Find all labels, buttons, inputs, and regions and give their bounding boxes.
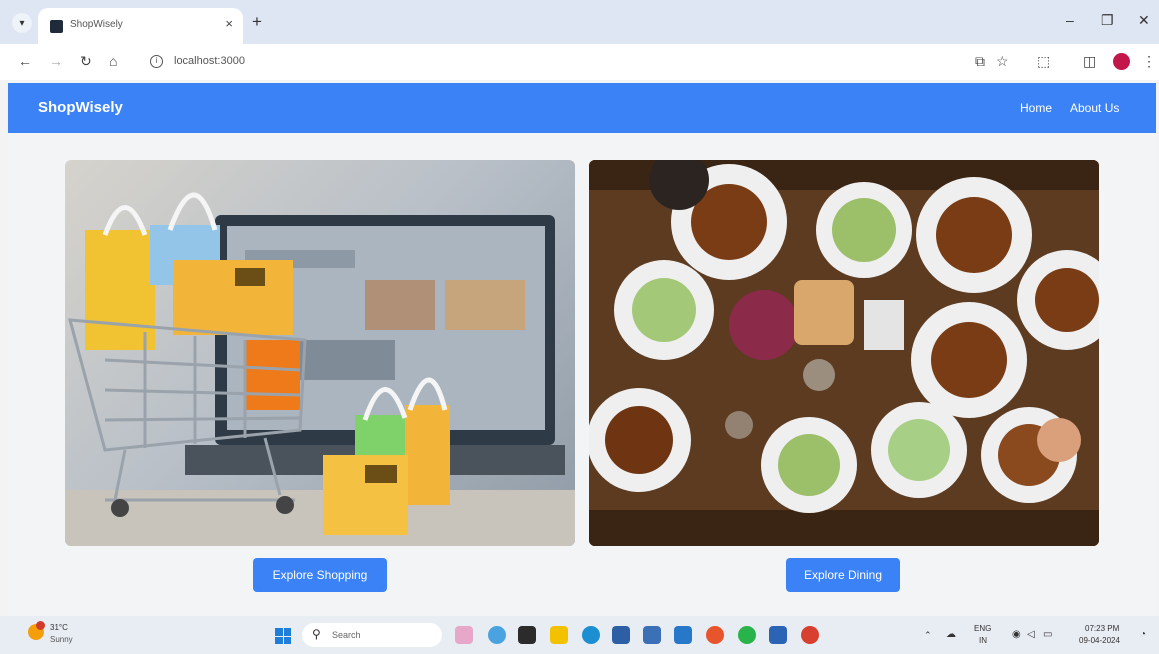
input-language[interactable]: ENG bbox=[974, 624, 991, 633]
browser-toolbar: ← → ↻ ⌂ i localhost:3000 ⧉ ☆ ⬚ ◫ ⋮ bbox=[0, 44, 1159, 80]
browser-tab[interactable]: ShopWisely × bbox=[38, 8, 243, 44]
shopping-illustration bbox=[65, 192, 575, 546]
reload-icon[interactable]: ↻ bbox=[80, 53, 92, 70]
task-view-icon[interactable] bbox=[518, 626, 536, 644]
extensions-icon[interactable]: ⬚ bbox=[1037, 53, 1050, 70]
side-panel-icon[interactable]: ◫ bbox=[1083, 53, 1096, 70]
page-viewport: ShopWisely Home About Us Explore Shoppin… bbox=[8, 80, 1156, 616]
nav-home-link[interactable]: Home bbox=[1020, 101, 1052, 115]
shopping-image bbox=[65, 160, 575, 546]
taskbar-search-box[interactable]: ⚲ Search bbox=[302, 623, 442, 647]
tab-search-button[interactable]: ▾ bbox=[12, 13, 32, 33]
browser-tab-bar: ▾ ShopWisely × + – ❐ ✕ bbox=[0, 0, 1159, 44]
dining-image bbox=[589, 160, 1099, 546]
notifications-icon[interactable]: ◔ bbox=[1140, 629, 1146, 640]
edge-browser-icon[interactable] bbox=[582, 626, 600, 644]
minimize-icon[interactable]: – bbox=[1066, 12, 1074, 28]
volume-icon[interactable]: ◁ bbox=[1027, 629, 1035, 640]
home-icon[interactable]: ⌂ bbox=[109, 53, 117, 69]
file-explorer-icon[interactable] bbox=[550, 626, 568, 644]
explore-shopping-button[interactable]: Explore Shopping bbox=[253, 558, 387, 592]
media-app-icon[interactable] bbox=[801, 626, 819, 644]
weather-condition[interactable]: Sunny bbox=[50, 635, 73, 644]
copilot-app-icon[interactable] bbox=[488, 626, 506, 644]
notepad-app-icon[interactable] bbox=[643, 626, 661, 644]
nav-about-link[interactable]: About Us bbox=[1070, 101, 1119, 115]
new-tab-icon[interactable]: + bbox=[252, 12, 262, 32]
site-navbar: ShopWisely Home About Us bbox=[8, 83, 1156, 133]
profile-avatar[interactable] bbox=[1113, 53, 1130, 70]
vscode-app-icon[interactable] bbox=[674, 626, 692, 644]
favicon-icon bbox=[50, 20, 63, 33]
window-close-icon[interactable]: ✕ bbox=[1138, 12, 1150, 29]
weather-alert-badge bbox=[36, 621, 45, 630]
install-app-icon[interactable]: ⧉ bbox=[975, 53, 985, 70]
site-info-icon[interactable]: i bbox=[150, 55, 163, 68]
battery-icon[interactable]: ▭ bbox=[1043, 629, 1052, 640]
restore-icon[interactable]: ❐ bbox=[1101, 12, 1114, 29]
whatsapp-app-icon[interactable] bbox=[738, 626, 756, 644]
store-app-icon[interactable] bbox=[612, 626, 630, 644]
address-bar[interactable]: i localhost:3000 bbox=[140, 49, 1020, 75]
explore-dining-button[interactable]: Explore Dining bbox=[786, 558, 900, 592]
bookmark-star-icon[interactable]: ☆ bbox=[996, 53, 1009, 70]
search-icon: ⚲ bbox=[312, 627, 321, 641]
dining-illustration bbox=[589, 160, 1099, 546]
tab-title: ShopWisely bbox=[70, 19, 123, 30]
start-menu-icon[interactable] bbox=[275, 628, 291, 644]
windows-taskbar: 31°C Sunny ⚲ Search ⌃ ☁ ENG IN ◉ ◁ ▭ 07:… bbox=[0, 616, 1159, 654]
tab-close-icon[interactable]: × bbox=[225, 16, 233, 31]
clock-time[interactable]: 07:23 PM bbox=[1085, 624, 1119, 633]
brand-logo[interactable]: ShopWisely bbox=[38, 99, 123, 116]
menu-kebab-icon[interactable]: ⋮ bbox=[1142, 53, 1156, 70]
clock-date[interactable]: 09-04-2024 bbox=[1079, 636, 1120, 645]
show-hidden-icons-chevron-icon[interactable]: ⌃ bbox=[924, 630, 932, 641]
chrome-app-icon[interactable] bbox=[706, 626, 724, 644]
wifi-icon[interactable]: ◉ bbox=[1012, 629, 1021, 640]
forward-icon[interactable]: → bbox=[49, 53, 63, 69]
widgets-app-icon[interactable] bbox=[455, 626, 473, 644]
taskbar-search-placeholder: Search bbox=[332, 630, 361, 640]
outlook-app-icon[interactable] bbox=[769, 626, 787, 644]
back-icon[interactable]: ← bbox=[18, 53, 32, 69]
input-region[interactable]: IN bbox=[979, 636, 987, 645]
url-text[interactable]: localhost:3000 bbox=[174, 55, 245, 67]
weather-temperature[interactable]: 31°C bbox=[50, 623, 68, 632]
cloud-sync-icon[interactable]: ☁ bbox=[946, 629, 956, 640]
